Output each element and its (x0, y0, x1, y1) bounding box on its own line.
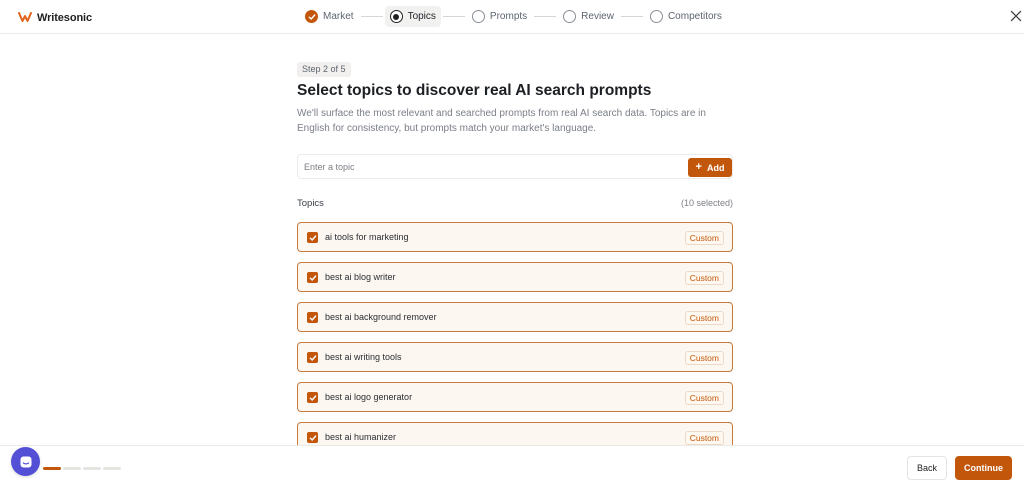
topics-header: Topics (10 selected) (297, 198, 733, 209)
topic-input[interactable] (304, 159, 674, 175)
topic-item[interactable]: best ai background remover Custom (297, 302, 733, 332)
add-topic-button[interactable]: + Add (688, 158, 732, 177)
step-market[interactable]: Market (300, 6, 359, 27)
continue-button[interactable]: Continue (955, 456, 1012, 480)
footer-bar: Back Continue (0, 445, 1024, 486)
step-competitors[interactable]: Competitors (645, 6, 727, 27)
topic-label: ai tools for marketing (325, 232, 409, 242)
topic-item[interactable]: ai tools for marketing Custom (297, 222, 733, 252)
topic-item[interactable]: best ai humanizer Custom (297, 422, 733, 445)
chat-icon (20, 456, 31, 467)
add-label: Add (706, 162, 725, 173)
main-content: Step 2 of 5 Select topics to discover re… (297, 34, 733, 445)
brand-name: Writesonic (37, 12, 93, 24)
close-button[interactable] (1008, 8, 1024, 24)
brand[interactable]: Writesonic (18, 9, 92, 27)
custom-badge: Custom (684, 311, 724, 325)
page-description: We'll surface the most relevant and sear… (297, 108, 706, 134)
topic-item[interactable]: best ai writing tools Custom (297, 342, 733, 372)
stepper: Market Topics Prompts Review Competitors (300, 6, 727, 27)
topic-label: best ai writing tools (325, 352, 402, 362)
topic-label: best ai blog writer (325, 272, 396, 282)
check-icon (305, 10, 318, 23)
topic-input-group: + Add (297, 154, 733, 179)
checkbox-checked-icon[interactable] (307, 232, 318, 243)
step-badge: Step 2 of 5 (297, 62, 351, 77)
step-connector (534, 16, 557, 17)
step-label: Market (323, 11, 354, 22)
top-bar: Writesonic Market Topics Prompts Review … (0, 0, 1024, 34)
selected-count: (10 selected) (680, 198, 733, 208)
pending-step-icon (649, 10, 663, 23)
custom-badge: Custom (684, 431, 724, 445)
step-review[interactable]: Review (558, 6, 619, 27)
chat-launcher-button[interactable] (11, 447, 40, 476)
pending-step-icon (563, 10, 577, 23)
checkbox-checked-icon[interactable] (307, 352, 318, 363)
topic-label: best ai humanizer (325, 432, 397, 442)
custom-badge: Custom (684, 231, 724, 245)
checkbox-checked-icon[interactable] (307, 272, 318, 283)
progress-segment (83, 467, 101, 470)
step-connector (360, 16, 383, 17)
writesonic-logo-icon (18, 9, 32, 27)
page-title: Select topics to discover real AI search… (297, 82, 652, 99)
back-button[interactable]: Back (907, 456, 947, 480)
progress-segment (103, 467, 121, 470)
step-label: Review (581, 11, 614, 22)
step-label: Prompts (489, 11, 528, 22)
checkbox-checked-icon[interactable] (307, 392, 318, 403)
step-connector (620, 16, 643, 17)
topic-label: best ai logo generator (325, 392, 413, 402)
topics-label: Topics (297, 198, 324, 209)
plus-icon: + (695, 161, 702, 173)
progress-indicator (43, 467, 121, 470)
step-label: Competitors (667, 11, 722, 22)
progress-segment (43, 467, 61, 470)
step-label: Topics (407, 11, 436, 22)
close-icon (1010, 10, 1022, 22)
custom-badge: Custom (684, 271, 724, 285)
topic-label: best ai background remover (325, 312, 437, 322)
topic-item[interactable]: best ai logo generator Custom (297, 382, 733, 412)
step-connector (442, 16, 465, 17)
step-topics[interactable]: Topics (384, 6, 441, 27)
progress-segment (63, 467, 81, 470)
custom-badge: Custom (684, 351, 724, 365)
step-prompts[interactable]: Prompts (467, 6, 532, 27)
custom-badge: Custom (684, 391, 724, 405)
checkbox-checked-icon[interactable] (307, 432, 318, 443)
topic-list: ai tools for marketing Custom best ai bl… (297, 222, 733, 445)
topic-item[interactable]: best ai blog writer Custom (297, 262, 733, 292)
pending-step-icon (471, 10, 485, 23)
current-step-icon (389, 10, 403, 23)
checkbox-checked-icon[interactable] (307, 312, 318, 323)
